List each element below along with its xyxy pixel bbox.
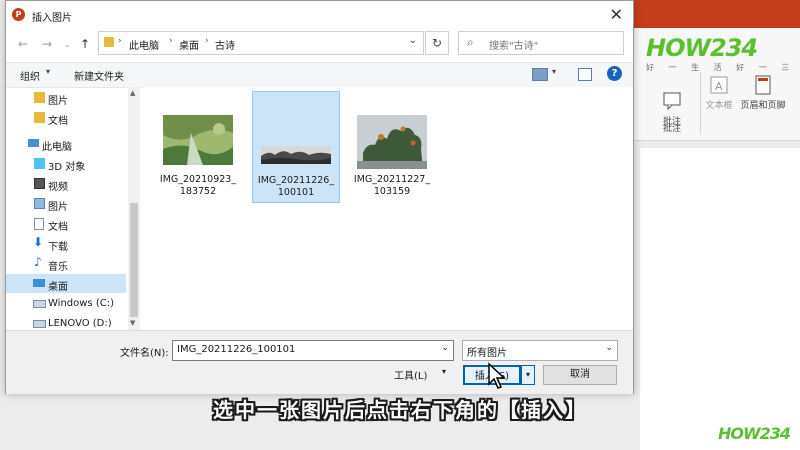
watermark-logo: HOW234 好 一 生 活 好 一 三 [646, 34, 796, 72]
breadcrumb-desktop[interactable]: 桌面 [179, 37, 199, 52]
sidebar-item-pictures[interactable]: 图片 [6, 194, 126, 213]
new-folder-button[interactable]: 新建文件夹 [74, 68, 124, 83]
powerpoint-icon: P [12, 8, 25, 21]
chevron-right-icon: › [118, 36, 122, 46]
file-name: IMG_20210923_ 183752 [159, 174, 237, 197]
search-box[interactable]: ⌕ 搜索"古诗" [458, 31, 624, 55]
close-icon[interactable]: ✕ [610, 5, 623, 24]
file-item[interactable]: IMG_20210923_ 183752 [155, 91, 241, 201]
file-name: IMG_20211226_ 100101 [257, 175, 335, 198]
scroll-up-icon[interactable]: ▲ [130, 89, 135, 97]
sidebar-item-drive-c[interactable]: Windows (C:) [6, 294, 126, 313]
thumbnail-image [261, 146, 331, 164]
chevron-down-icon[interactable]: ▾ [552, 67, 556, 76]
file-item[interactable]: IMG_20211227_ 103159 [349, 91, 435, 201]
refresh-icon[interactable]: ↻ [425, 31, 449, 55]
sidebar-item-downloads[interactable]: ⬇ 下载 [6, 234, 126, 253]
drive-icon [33, 300, 46, 308]
computer-icon [28, 139, 39, 147]
file-item-selected[interactable]: IMG_20211226_ 100101 [252, 91, 340, 203]
help-icon[interactable]: ? [607, 66, 622, 81]
subtitle-caption: 选中一张图片后点击右下角的【插入】 [213, 398, 587, 422]
recent-dropdown-icon[interactable]: ⌄ [64, 40, 71, 49]
insert-options-dropdown[interactable]: ▾ [521, 365, 535, 385]
sidebar-item-music[interactable]: ♪ 音乐 [6, 254, 126, 273]
chevron-down-icon[interactable]: ⌄ [409, 35, 417, 46]
chevron-down-icon: ▾ [46, 67, 51, 76]
back-icon[interactable]: ← [18, 37, 28, 51]
breadcrumb-this-pc[interactable]: 此电脑 [129, 37, 159, 52]
command-toolbar: 组织 ▾ 新建文件夹 ▾ ? [6, 62, 633, 88]
thumbnail-image [163, 115, 233, 165]
thumbnail-image [357, 115, 427, 169]
folder-icon [104, 37, 114, 47]
ppt-textbox-button[interactable]: A 文本框 [702, 74, 736, 111]
sidebar-item-this-pc[interactable]: 此电脑 [6, 134, 126, 153]
search-icon: ⌕ [467, 35, 474, 49]
watermark-logo-bottom: HOW234 [718, 424, 791, 443]
sidebar-item-3d-objects[interactable]: 3D 对象 [6, 154, 126, 173]
up-icon[interactable]: ↑ [80, 37, 90, 51]
address-bar[interactable]: › 此电脑 › 桌面 › 古诗 ⌄ [98, 31, 424, 55]
ppt-group-label-comments: 批注 [662, 124, 681, 134]
chevron-down-icon[interactable]: ⌄ [441, 343, 449, 353]
tools-button[interactable]: 工具(L) [394, 367, 427, 382]
sidebar-item-documents[interactable]: 文档 [6, 214, 126, 233]
ppt-separator [700, 72, 701, 134]
ppt-title-strip [632, 0, 800, 28]
folder-icon [34, 112, 45, 123]
dialog-titlebar: P 插入图片 ✕ [6, 1, 633, 29]
ppt-ribbon: HOW234 好 一 生 活 好 一 三 批注 A 文本框 页眉和页脚 批注 [632, 28, 800, 141]
breadcrumb-gushi[interactable]: 古诗 [215, 37, 235, 52]
drive-icon [33, 320, 46, 328]
header-footer-icon [752, 74, 774, 96]
forward-icon[interactable]: → [42, 37, 52, 51]
filetype-select[interactable]: 所有图片 ⌄ [462, 340, 618, 361]
scroll-down-icon[interactable]: ▼ [130, 319, 135, 327]
insert-picture-dialog: P 插入图片 ✕ ← → ⌄ ↑ › 此电脑 › 桌面 › 古诗 ⌄ ↻ ⌕ 搜… [5, 0, 634, 394]
chevron-down-icon[interactable]: ▾ [442, 367, 446, 376]
chevron-right-icon: › [205, 36, 209, 46]
desktop-icon [33, 279, 45, 287]
filename-input[interactable]: IMG_20211226_100101 ⌄ [172, 340, 454, 361]
pictures-icon [34, 198, 45, 209]
dialog-footer: 文件名(N): IMG_20211226_100101 ⌄ 所有图片 ⌄ 工具(… [6, 330, 633, 394]
organize-button[interactable]: 组织 [20, 68, 40, 83]
music-icon: ♪ [34, 255, 42, 269]
file-name: IMG_20211227_ 103159 [353, 174, 431, 197]
sidebar-item-pictures-quick[interactable]: 图片 [6, 88, 126, 107]
sidebar-item-desktop[interactable]: 桌面 [6, 274, 126, 293]
sidebar-scrollbar-thumb[interactable] [130, 203, 138, 317]
filename-label: 文件名(N): [120, 348, 169, 359]
search-placeholder: 搜索"古诗" [489, 41, 539, 52]
ppt-slide-area [640, 148, 800, 450]
comment-icon [661, 90, 683, 112]
mouse-cursor-icon [488, 362, 506, 389]
dialog-title: 插入图片 [32, 13, 72, 24]
documents-icon [34, 218, 44, 230]
textbox-icon: A [708, 74, 730, 96]
cancel-button[interactable]: 取消 [543, 365, 617, 385]
chevron-right-icon: › [169, 36, 173, 46]
svg-text:A: A [715, 80, 723, 93]
sidebar-item-videos[interactable]: 视频 [6, 174, 126, 193]
navigation-pane: 图片 文档 此电脑 3D 对象 视频 图片 文档 ⬇ 下载 ♪ 音乐 桌面 Wi… [6, 87, 142, 330]
ppt-header-footer-button[interactable]: 页眉和页脚 [736, 74, 790, 111]
sidebar-item-drive-d[interactable]: LENOVO (D:) [6, 314, 126, 330]
preview-pane-icon[interactable] [578, 68, 592, 81]
sidebar-item-documents-quick[interactable]: 文档 [6, 108, 126, 127]
chevron-down-icon[interactable]: ⌄ [605, 343, 613, 353]
download-icon: ⬇ [33, 235, 44, 249]
change-view-icon[interactable] [532, 68, 548, 81]
folder-icon [34, 92, 45, 103]
file-list: IMG_20210923_ 183752 IMG_20211226_ 100101 [143, 87, 632, 330]
3d-objects-icon [34, 158, 45, 169]
video-icon [34, 178, 45, 189]
